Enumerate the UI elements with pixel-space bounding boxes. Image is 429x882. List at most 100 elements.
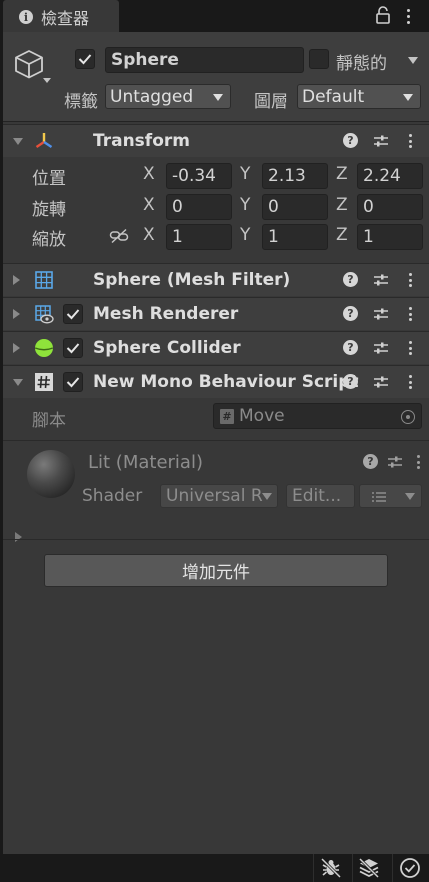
transform-component-header[interactable]: Transform ? — [3, 124, 429, 157]
shader-dropdown[interactable]: Universal R — [160, 484, 278, 508]
mesh-renderer-enabled-checkbox[interactable] — [63, 304, 83, 324]
tab-bar: i 檢查器 — [0, 0, 429, 34]
preset-icon[interactable] — [387, 454, 403, 470]
scale-row: 縮放 X 1 Y 1 Z 1 — [3, 222, 429, 252]
position-x-field[interactable]: -0.34 — [166, 163, 232, 189]
help-icon[interactable]: ? — [343, 306, 358, 321]
foldout-arrow-icon[interactable] — [13, 343, 20, 353]
lock-icon[interactable] — [376, 6, 390, 24]
sphere-collider-icon — [34, 339, 54, 357]
position-y-field[interactable]: 2.13 — [262, 163, 328, 189]
mesh-renderer-component-header[interactable]: Mesh Renderer ? — [3, 297, 429, 330]
component-menu-icon[interactable] — [408, 134, 412, 148]
checkmark-icon — [66, 377, 80, 388]
script-field[interactable]: # Move — [213, 403, 422, 429]
scale-y-field[interactable]: 1 — [262, 224, 328, 250]
rotation-label: 旋轉 — [32, 200, 66, 220]
axis-y-label[interactable]: Y — [240, 195, 250, 215]
foldout-arrow-icon[interactable] — [13, 138, 23, 145]
stack-icon — [358, 857, 380, 879]
help-icon[interactable]: ? — [343, 340, 358, 355]
chevron-down-icon — [262, 493, 272, 500]
scale-z-field[interactable]: 1 — [357, 224, 423, 250]
checkmark-circle-icon — [400, 858, 420, 878]
constrain-proportions-icon[interactable] — [109, 228, 129, 244]
object-picker-icon[interactable] — [401, 410, 415, 424]
preset-icon[interactable] — [373, 133, 389, 149]
script-component-header[interactable]: New Mono Behaviour Script ? — [3, 365, 429, 398]
scale-x-field[interactable]: 1 — [166, 224, 232, 250]
component-title: Sphere Collider — [93, 338, 241, 358]
material-section: Lit (Material) ? Shader Universal R Edit… — [3, 440, 429, 542]
position-label: 位置 — [32, 169, 66, 189]
position-z-field[interactable]: 2.24 — [357, 163, 423, 189]
rotation-z-field[interactable]: 0 — [357, 194, 423, 220]
tag-dropdown[interactable]: Untagged — [105, 84, 231, 109]
axis-z-label[interactable]: Z — [336, 225, 348, 245]
rotation-y-field[interactable]: 0 — [262, 194, 328, 220]
layers-button[interactable] — [352, 854, 385, 882]
component-menu-icon[interactable] — [408, 273, 412, 287]
script-value: Move — [239, 406, 285, 426]
preset-icon[interactable] — [373, 374, 389, 390]
material-preview-sphere[interactable] — [27, 450, 75, 498]
preset-icon[interactable] — [373, 272, 389, 288]
foldout-arrow-icon[interactable] — [13, 309, 20, 319]
script-enabled-checkbox[interactable] — [63, 372, 83, 392]
axis-x-label[interactable]: X — [143, 225, 155, 245]
tab-menu-icon[interactable] — [406, 9, 410, 24]
gameobject-cube-icon[interactable] — [13, 48, 45, 80]
component-title: New Mono Behaviour Script — [93, 372, 359, 392]
add-component-button[interactable]: 增加元件 — [44, 554, 388, 587]
position-row: 位置 X -0.34 Y 2.13 Z 2.24 — [3, 161, 429, 191]
checkmark-icon — [78, 54, 92, 65]
axis-x-label[interactable]: X — [143, 195, 155, 215]
material-foldout-icon[interactable] — [15, 532, 22, 542]
scale-label: 縮放 — [32, 230, 66, 250]
component-title: Sphere (Mesh Filter) — [93, 270, 291, 290]
shader-options-dropdown[interactable] — [359, 484, 422, 508]
rotation-x-field[interactable]: 0 — [166, 194, 232, 220]
tab-title: 檢查器 — [41, 9, 90, 28]
layer-dropdown[interactable]: Default — [297, 84, 421, 109]
component-menu-icon[interactable] — [408, 341, 412, 355]
component-title: Transform — [93, 131, 190, 151]
inspector-panel: Sphere 靜態的 標籤 Untagged 圖層 Default Transf… — [3, 32, 429, 854]
chevron-down-icon — [405, 493, 415, 500]
help-icon[interactable]: ? — [363, 454, 378, 469]
material-title: Lit (Material) — [88, 452, 203, 473]
sphere-collider-component-header[interactable]: Sphere Collider ? — [3, 331, 429, 364]
status-ok-button[interactable] — [392, 854, 425, 882]
axis-z-label[interactable]: Z — [336, 164, 348, 184]
static-checkbox[interactable] — [309, 49, 329, 69]
layer-label: 圖層 — [254, 92, 288, 112]
preset-icon[interactable] — [373, 340, 389, 356]
tab-inspector[interactable]: i 檢查器 — [3, 0, 119, 34]
checkmark-icon — [66, 343, 80, 354]
icon-dropdown-icon[interactable] — [43, 78, 51, 83]
static-label: 靜態的 — [336, 54, 387, 74]
preset-icon[interactable] — [373, 306, 389, 322]
mesh-filter-component-header[interactable]: Sphere (Mesh Filter) ? — [3, 263, 429, 296]
name-field[interactable]: Sphere — [105, 47, 304, 73]
transform-icon — [35, 133, 53, 148]
material-menu-icon[interactable] — [416, 455, 420, 469]
debug-button[interactable] — [313, 854, 346, 882]
bug-icon — [320, 857, 342, 879]
axis-y-label[interactable]: Y — [240, 225, 250, 245]
static-dropdown-icon[interactable] — [408, 57, 418, 64]
foldout-arrow-icon[interactable] — [13, 379, 23, 386]
axis-y-label[interactable]: Y — [240, 164, 250, 184]
axis-x-label[interactable]: X — [143, 164, 155, 184]
axis-z-label[interactable]: Z — [336, 195, 348, 215]
rotation-row: 旋轉 X 0 Y 0 Z 0 — [3, 192, 429, 222]
help-icon[interactable]: ? — [343, 272, 358, 287]
sphere-collider-enabled-checkbox[interactable] — [63, 338, 83, 358]
foldout-arrow-icon[interactable] — [13, 275, 20, 285]
help-icon[interactable]: ? — [343, 374, 358, 389]
shader-edit-button[interactable]: Edit... — [286, 484, 355, 508]
component-menu-icon[interactable] — [408, 375, 412, 389]
active-checkbox[interactable] — [75, 49, 95, 69]
component-menu-icon[interactable] — [408, 307, 412, 321]
help-icon[interactable]: ? — [343, 133, 358, 148]
